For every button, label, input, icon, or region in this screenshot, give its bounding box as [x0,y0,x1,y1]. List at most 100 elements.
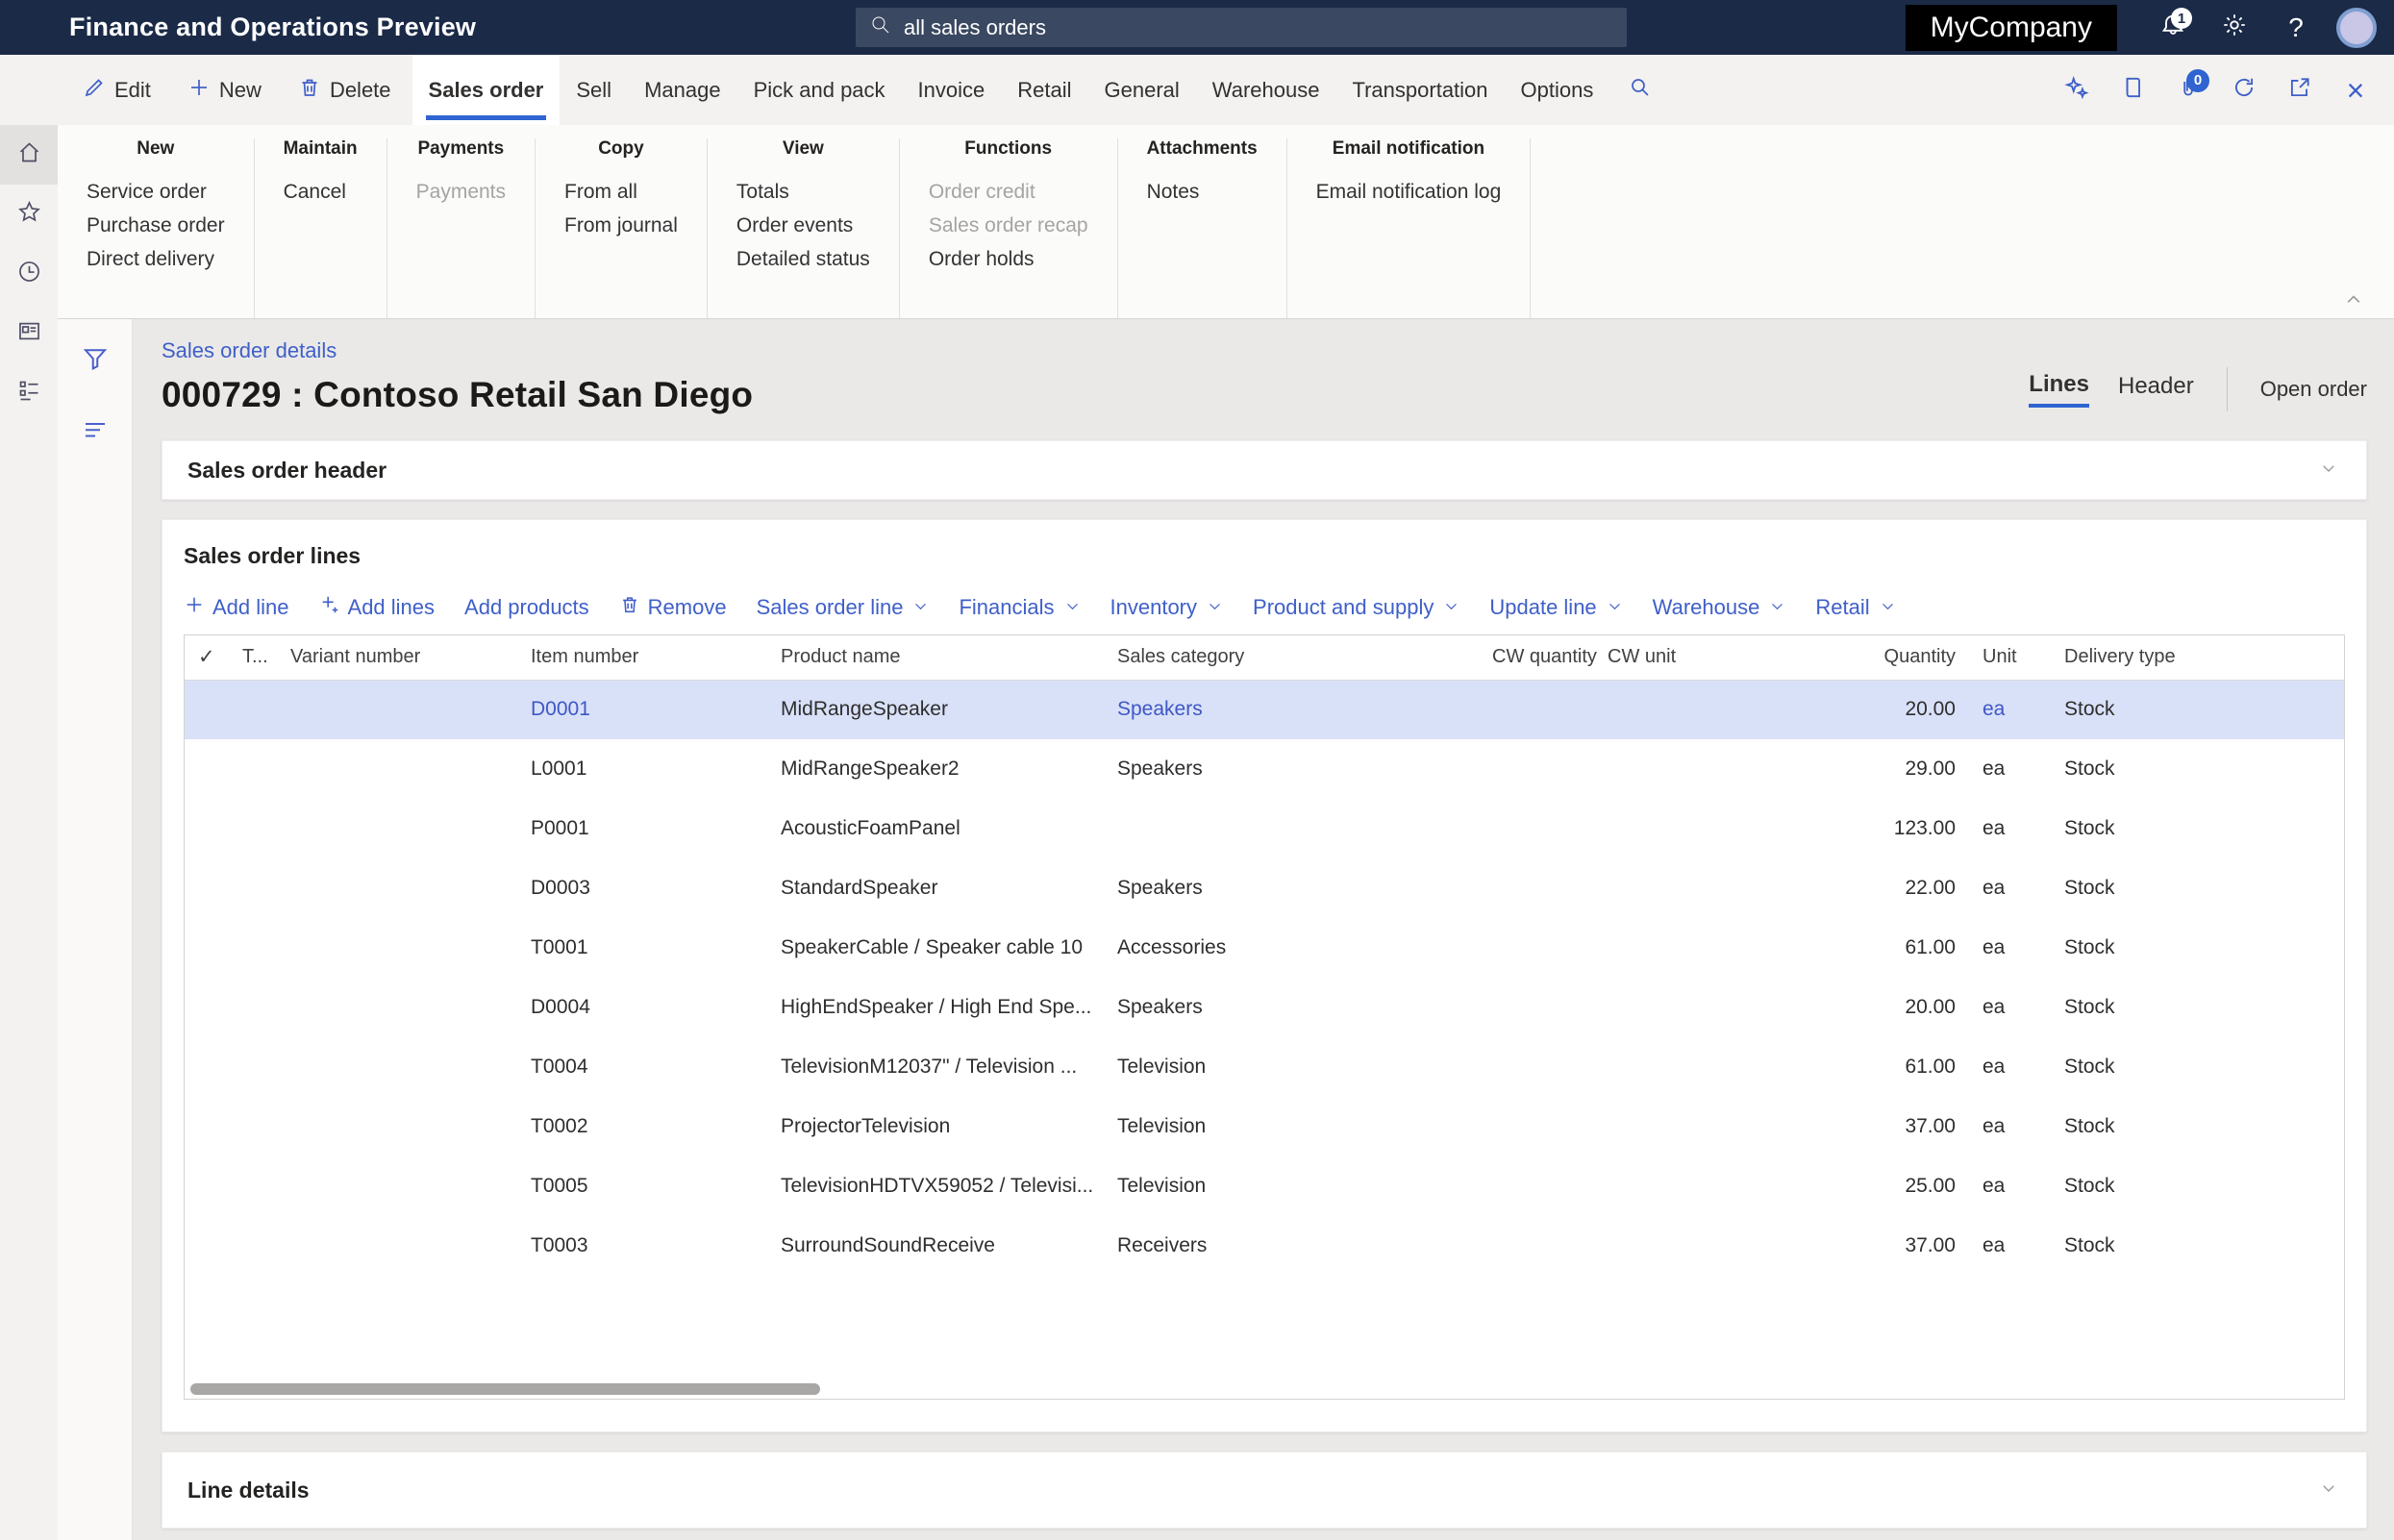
column-header-variant[interactable]: Variant number [277,635,517,680]
column-header-cw_qty[interactable]: CW quantity [1479,635,1594,680]
sidebar-button-star[interactable] [0,185,58,244]
settings-button[interactable] [2204,0,2265,55]
sidebar-button-task-list[interactable] [0,363,58,423]
tab-sales-order[interactable]: Sales order [412,55,561,125]
cell-select[interactable] [185,1216,229,1276]
notifications-button[interactable]: 1 [2142,0,2204,55]
book-button[interactable] [2109,67,2156,113]
column-header-select[interactable]: ✓ [185,635,229,680]
tab-invoice[interactable]: Invoice [902,55,1002,125]
grid-row[interactable]: T0004TelevisionM12037" / Television ...T… [185,1037,2344,1097]
company-picker-button[interactable]: MyCompany [1906,5,2117,51]
toolbar-remove[interactable]: Remove [619,594,727,621]
cell-select[interactable] [185,858,229,918]
user-avatar[interactable] [2336,8,2377,48]
refresh-button[interactable] [2221,67,2267,113]
ribbon-item-detailed-status[interactable]: Detailed status [736,242,870,276]
column-header-qty[interactable]: Quantity [1834,635,1969,680]
column-header-unit[interactable]: Unit [1969,635,2051,680]
ribbon-item-email-notification-log[interactable]: Email notification log [1316,175,1502,209]
sort-lines-button[interactable] [81,414,110,448]
new-button[interactable]: New [187,76,262,105]
grid-row[interactable]: T0001SpeakerCable / Speaker cable 10Acce… [185,918,2344,978]
ribbon-item-purchase-order[interactable]: Purchase order [87,209,225,242]
collapse-ribbon-button[interactable] [2340,289,2369,310]
cell-select[interactable] [185,1156,229,1216]
cell-item[interactable]: D0001 [517,680,767,739]
line-details-section[interactable]: Line details [162,1452,2367,1528]
cell-category[interactable]: Speakers [1104,680,1479,739]
toolbar-warehouse[interactable]: Warehouse [1653,595,1786,620]
sidebar-button-hamburger[interactable] [0,55,58,125]
toolbar-financials[interactable]: Financials [959,595,1080,620]
close-button[interactable]: × [2332,67,2379,113]
cell-select[interactable] [185,680,229,739]
ribbon-item-cancel[interactable]: Cancel [284,175,358,209]
grid-row[interactable]: T0003SurroundSoundReceiveReceivers37.00e… [185,1216,2344,1276]
tab-options[interactable]: Options [1505,55,1610,125]
funnel-button[interactable] [81,344,110,378]
cell-select[interactable] [185,918,229,978]
edit-button[interactable]: Edit [83,76,151,105]
cell-select[interactable] [185,799,229,858]
grid-row[interactable]: L0001MidRangeSpeaker2Speakers29.00eaStoc… [185,739,2344,799]
sales-order-header-section[interactable]: Sales order header [162,440,2367,500]
ribbon-item-order-events[interactable]: Order events [736,209,870,242]
toolbar-sales-order-line[interactable]: Sales order line [757,595,930,620]
toolbar-product-and-supply[interactable]: Product and supply [1253,595,1459,620]
open-new-window-button[interactable] [2277,67,2323,113]
grid-row[interactable]: P0001AcousticFoamPanel123.00eaStock [185,799,2344,858]
action-pane-search-button[interactable] [1609,55,1671,125]
ribbon-item-service-order[interactable]: Service order [87,175,225,209]
grid-row[interactable]: D0003StandardSpeakerSpeakers22.00eaStock [185,858,2344,918]
toolbar-add-line[interactable]: Add line [184,594,289,621]
sparkle-button[interactable] [2054,67,2100,113]
global-search-input[interactable] [904,15,1577,40]
ribbon-item-notes[interactable]: Notes [1147,175,1258,209]
sidebar-button-home[interactable] [0,125,58,185]
horizontal-scrollbar-thumb[interactable] [190,1383,820,1395]
cell-select[interactable] [185,739,229,799]
grid-row[interactable]: T0005TelevisionHDTVX59052 / Televisi...T… [185,1156,2344,1216]
toolbar-add-products[interactable]: Add products [464,595,589,620]
sidebar-button-clock[interactable] [0,244,58,304]
cell-unit[interactable]: ea [1969,680,2051,739]
ribbon-item-from-journal[interactable]: From journal [564,209,678,242]
column-header-item[interactable]: Item number [517,635,767,680]
attachments-button[interactable]: 0 [2165,67,2211,113]
breadcrumb[interactable]: Sales order details [162,338,753,363]
tab-pick-and-pack[interactable]: Pick and pack [737,55,902,125]
app-launcher-waffle-icon[interactable] [0,0,58,55]
grid-row[interactable]: T0002ProjectorTelevisionTelevision37.00e… [185,1097,2344,1156]
tab-warehouse[interactable]: Warehouse [1196,55,1336,125]
column-header-category[interactable]: Sales category [1104,635,1479,680]
column-header-type[interactable]: T... [229,635,277,680]
toolbar-retail[interactable]: Retail [1815,595,1895,620]
chevron-down-icon[interactable] [2316,1479,2341,1502]
cell-select[interactable] [185,1097,229,1156]
tab-general[interactable]: General [1088,55,1196,125]
tab-sell[interactable]: Sell [560,55,628,125]
tab-retail[interactable]: Retail [1001,55,1087,125]
tab-header[interactable]: Header [2118,373,2194,406]
column-header-product[interactable]: Product name [767,635,1104,680]
column-header-delivery[interactable]: Delivery type [2051,635,2344,680]
tab-lines[interactable]: Lines [2029,371,2089,408]
cell-select[interactable] [185,978,229,1037]
cell-select[interactable] [185,1037,229,1097]
tab-manage[interactable]: Manage [628,55,737,125]
grid-row[interactable]: D0001MidRangeSpeakerSpeakers20.00eaStock [185,680,2344,739]
ribbon-item-order-holds[interactable]: Order holds [929,242,1088,276]
toolbar-inventory[interactable]: Inventory [1110,595,1224,620]
ribbon-item-totals[interactable]: Totals [736,175,870,209]
global-search-box[interactable] [856,8,1627,47]
toolbar-add-lines[interactable]: Add lines [319,594,436,621]
help-button[interactable]: ? [2265,0,2327,55]
toolbar-update-line[interactable]: Update line [1489,595,1622,620]
chevron-down-icon[interactable] [2316,460,2341,482]
delete-button[interactable]: Delete [298,76,391,105]
column-header-cw_unit[interactable]: CW unit [1594,635,1834,680]
sidebar-button-form[interactable] [0,304,58,363]
grid-row[interactable]: D0004HighEndSpeaker / High End Spe...Spe… [185,978,2344,1037]
tab-transportation[interactable]: Transportation [1335,55,1504,125]
